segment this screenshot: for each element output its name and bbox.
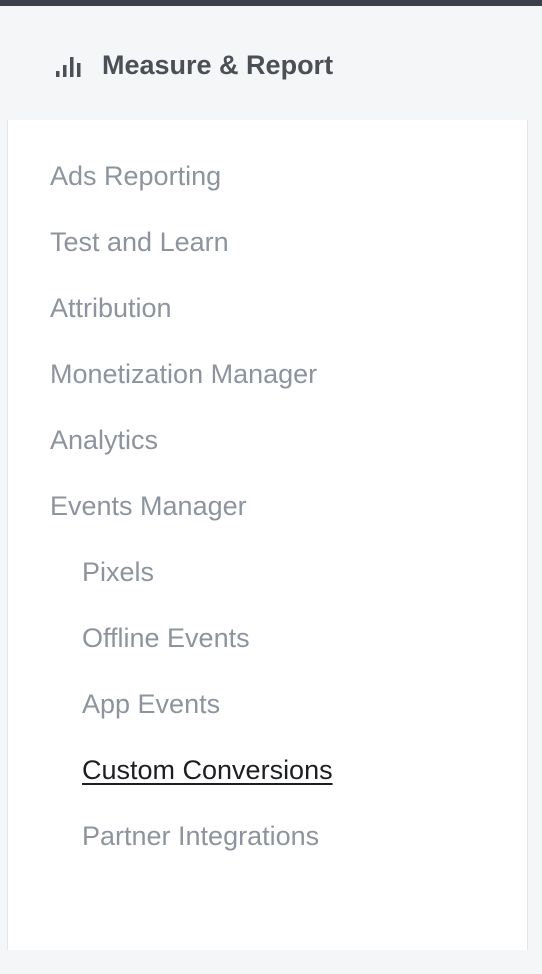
nav-item-events-manager[interactable]: Events Manager — [50, 489, 247, 523]
nav-subitem-app-events[interactable]: App Events — [82, 687, 220, 721]
bar-chart-icon — [56, 57, 81, 77]
nav-item-ads-reporting[interactable]: Ads Reporting — [50, 159, 221, 193]
nav-item-test-and-learn[interactable]: Test and Learn — [50, 225, 229, 259]
nav-subitem-custom-conversions[interactable]: Custom Conversions — [82, 753, 333, 787]
footer-strip — [0, 950, 542, 974]
nav-item-monetization-manager[interactable]: Monetization Manager — [50, 357, 317, 391]
section-title: Measure & Report — [102, 50, 334, 80]
nav-item-attribution[interactable]: Attribution — [50, 291, 172, 325]
nav-subitem-partner-integrations[interactable]: Partner Integrations — [82, 819, 319, 853]
nav-item-analytics[interactable]: Analytics — [50, 423, 158, 457]
nav-subitem-offline-events[interactable]: Offline Events — [82, 621, 250, 655]
nav-subitem-pixels[interactable]: Pixels — [82, 555, 154, 589]
section-header[interactable]: Measure & Report — [0, 6, 542, 120]
